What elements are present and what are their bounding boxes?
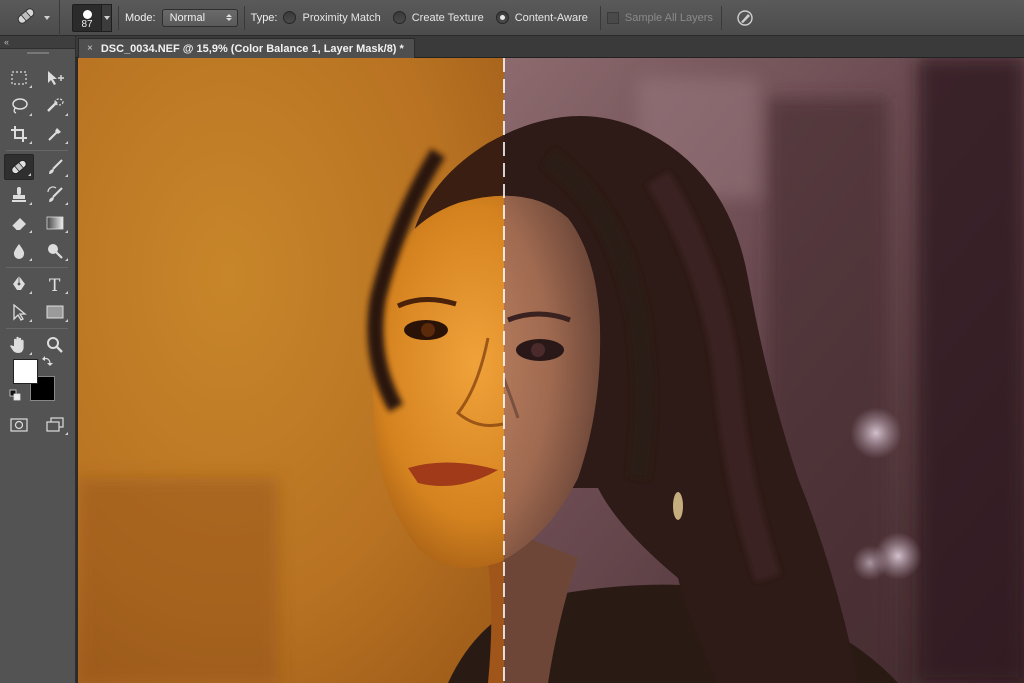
- pressure-pen-icon: [737, 9, 753, 26]
- history-brush-icon: [47, 186, 63, 202]
- chevron-down-icon: [44, 15, 50, 20]
- document-canvas[interactable]: [78, 58, 1024, 683]
- svg-text:T: T: [49, 276, 61, 293]
- eyedropper-tool[interactable]: [40, 121, 70, 147]
- divider: [6, 267, 68, 268]
- radio-button[interactable]: [392, 11, 406, 24]
- quick-mask-button[interactable]: [4, 412, 34, 438]
- close-icon[interactable]: ×: [87, 43, 93, 54]
- panel-grip[interactable]: [0, 49, 75, 57]
- eraser-tool[interactable]: [4, 210, 34, 236]
- clone-stamp-tool[interactable]: [4, 182, 34, 208]
- lasso-icon: [12, 98, 28, 114]
- mode-label: Mode:: [125, 11, 156, 24]
- lasso-tool[interactable]: [4, 93, 34, 119]
- options-bar: 87 Mode: Normal Type: Proximity Match Cr…: [0, 0, 1024, 36]
- radio-label: Proximity Match: [302, 11, 381, 24]
- radio-label: Content-Aware: [514, 11, 588, 24]
- divider: [720, 5, 722, 30]
- path-selection-tool[interactable]: [4, 299, 34, 325]
- foreground-color-swatch[interactable]: [13, 359, 38, 384]
- hand-icon: [10, 336, 24, 353]
- swap-arrows-icon: [42, 356, 53, 366]
- blur-tool[interactable]: [4, 238, 34, 264]
- photo-image: [78, 58, 1024, 683]
- divider: [243, 5, 245, 30]
- divider: [6, 150, 68, 151]
- radio-create-texture[interactable]: Create Texture: [392, 11, 484, 24]
- quick-selection-icon: [47, 98, 64, 112]
- history-brush-tool[interactable]: [40, 182, 70, 208]
- pressure-size-button[interactable]: [734, 7, 756, 29]
- swap-colors-button[interactable]: [40, 354, 54, 368]
- radio-content-aware[interactable]: Content-Aware: [495, 11, 588, 24]
- brush-icon: [49, 159, 63, 174]
- radio-proximity-match[interactable]: Proximity Match: [283, 11, 381, 24]
- zoom-magnifier-icon: [47, 337, 63, 353]
- type-t-icon: T: [49, 276, 61, 293]
- gradient-tool[interactable]: [40, 210, 70, 236]
- type-label: Type:: [250, 11, 278, 24]
- move-icon: [48, 71, 64, 85]
- document-tab[interactable]: × DSC_0034.NEF @ 15,9% (Color Balance 1,…: [78, 38, 415, 58]
- checkbox[interactable]: [606, 11, 619, 24]
- quick-selection-tool[interactable]: [40, 93, 70, 119]
- radio-button[interactable]: [283, 11, 297, 24]
- tool-preset-picker[interactable]: [0, 0, 60, 36]
- screen-mode-icon: [46, 417, 64, 432]
- dodge-tool[interactable]: [40, 238, 70, 264]
- updown-arrows-icon: [225, 14, 232, 21]
- clone-stamp-icon: [12, 187, 26, 202]
- pen-icon: [13, 276, 25, 290]
- eraser-icon: [11, 218, 26, 231]
- spot-healing-brush-icon: [14, 6, 38, 29]
- divider: [118, 5, 119, 30]
- crop-tool[interactable]: [4, 121, 34, 147]
- brush-size-preview: 87: [72, 3, 102, 32]
- marquee-tool[interactable]: [4, 65, 34, 91]
- pen-tool[interactable]: [4, 271, 34, 297]
- gradient-icon: [46, 216, 64, 230]
- divider: [599, 5, 601, 30]
- divider: [6, 328, 68, 329]
- mode-value: Normal: [169, 11, 206, 24]
- blur-drop-icon: [13, 244, 25, 259]
- screen-mode-button[interactable]: [40, 412, 70, 438]
- move-tool[interactable]: [40, 65, 70, 91]
- hand-tool[interactable]: [4, 332, 34, 358]
- brush-size-picker[interactable]: 87: [72, 3, 112, 32]
- dodge-icon: [48, 244, 63, 259]
- sample-all-layers-checkbox[interactable]: Sample All Layers: [606, 11, 713, 24]
- chevron-down-icon: [103, 15, 110, 20]
- brush-tip-icon: [83, 9, 92, 19]
- default-colors-icon: [9, 389, 21, 401]
- collapse-panel-button[interactable]: ‹‹: [0, 36, 75, 49]
- spot-healing-brush-tool[interactable]: [4, 154, 34, 180]
- rectangular-marquee-icon: [11, 71, 27, 85]
- brush-tool[interactable]: [40, 154, 70, 180]
- tools-panel: ‹‹ T: [0, 36, 76, 683]
- checkbox-label: Sample All Layers: [624, 11, 713, 24]
- quick-mask-icon: [10, 418, 28, 432]
- spot-healing-brush-icon: [11, 159, 27, 175]
- eyedropper-icon: [48, 128, 61, 141]
- brush-size-value: 87: [81, 18, 93, 30]
- crop-icon: [11, 126, 27, 142]
- brush-dropdown-button[interactable]: [102, 3, 112, 32]
- mode-select[interactable]: Normal: [161, 8, 238, 27]
- path-selection-arrow-icon: [13, 303, 27, 321]
- radio-button-selected[interactable]: [495, 11, 509, 24]
- rectangle-tool[interactable]: [40, 299, 70, 325]
- rectangle-shape-icon: [46, 305, 64, 319]
- document-title: DSC_0034.NEF @ 15,9% (Color Balance 1, L…: [100, 42, 404, 55]
- radio-label: Create Texture: [411, 11, 484, 24]
- default-colors-button[interactable]: [8, 388, 22, 402]
- document-tab-bar: × DSC_0034.NEF @ 15,9% (Color Balance 1,…: [76, 36, 1024, 58]
- type-tool[interactable]: T: [40, 271, 70, 297]
